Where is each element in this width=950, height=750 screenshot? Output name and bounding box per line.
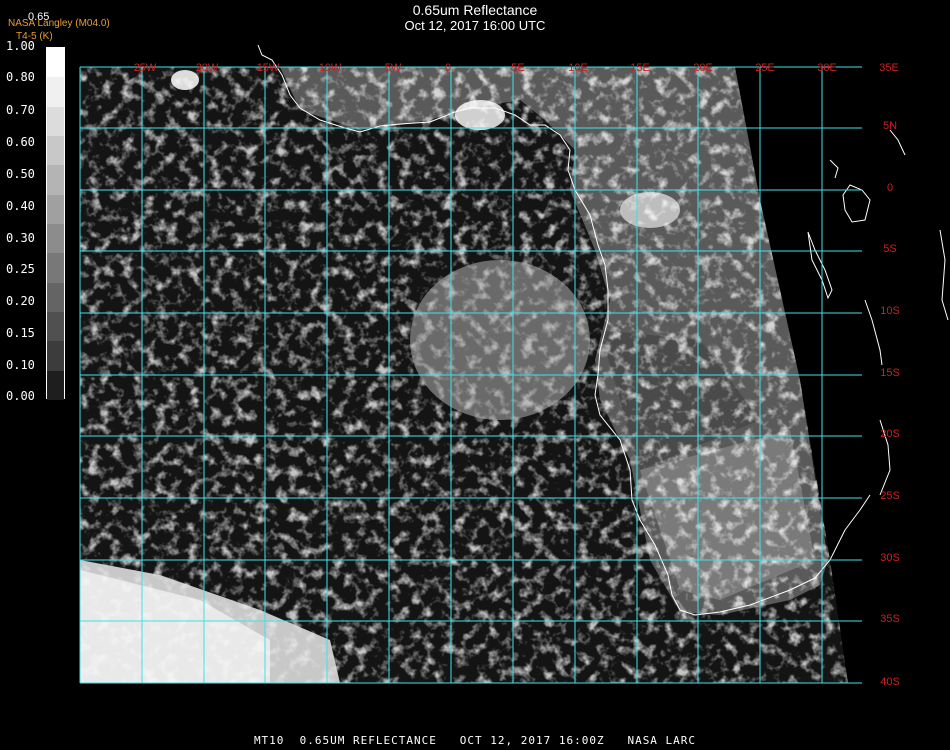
footer-caption: MT10 0.65UM REFLECTANCE OCT 12, 2017 16:… — [253, 734, 697, 747]
latitude-label: 30S — [880, 552, 900, 564]
colorbar-tick-label: 0.10 — [6, 358, 35, 372]
latitude-label: 10S — [880, 305, 900, 317]
longitude-label: 10E — [568, 62, 588, 74]
colorbar-tick-label: 0.40 — [6, 199, 35, 213]
colorbar-tick-label: 0.20 — [6, 294, 35, 308]
latitude-label: 15S — [880, 367, 900, 379]
colorbar-tick-label: 0.80 — [6, 70, 35, 84]
longitude-label: 5W — [385, 62, 402, 74]
satellite-map: 25W 20W 15W 10W 5W 0 5E 10E 15E 20E 25E 30E 35E 5N 0 5S… — [79, 44, 949, 688]
longitude-label: 20W — [196, 62, 219, 74]
colorbar-tick-label: 0.50 — [6, 167, 35, 181]
longitude-label: 5E — [511, 62, 524, 74]
longitude-label: 35E — [879, 62, 899, 74]
colorbar-tick-label: 1.00 — [6, 39, 35, 53]
longitude-label: 20E — [693, 62, 713, 74]
longitude-label: 30E — [817, 62, 837, 74]
colorbar-tick-label: 0.15 — [6, 326, 35, 340]
colorbar-tick-label: 0.60 — [6, 135, 35, 149]
convective-cloud — [455, 100, 505, 130]
colorbar-tick-label: 0.70 — [6, 103, 35, 117]
latitude-label: 0 — [887, 182, 893, 194]
latitude-label: 35S — [880, 613, 900, 625]
longitude-label: 25E — [755, 62, 775, 74]
latitude-label: 5N — [883, 120, 897, 132]
colorbar-tick-label: 0.00 — [6, 389, 35, 403]
longitude-label: 10W — [319, 62, 342, 74]
longitude-label: 15W — [257, 62, 280, 74]
latitude-label: 25S — [880, 490, 900, 502]
longitude-label: 15E — [630, 62, 650, 74]
longitude-label: 0 — [445, 62, 451, 74]
latitude-label: 5S — [883, 243, 896, 255]
colorbar-tick-label: 0.30 — [6, 231, 35, 245]
colorbar-tick-label: 0.25 — [6, 262, 35, 276]
stratocumulus-deck — [410, 260, 590, 420]
latitude-label: 20S — [880, 428, 900, 440]
longitude-label: 25W — [134, 62, 157, 74]
latitude-label: 40S — [880, 676, 900, 688]
